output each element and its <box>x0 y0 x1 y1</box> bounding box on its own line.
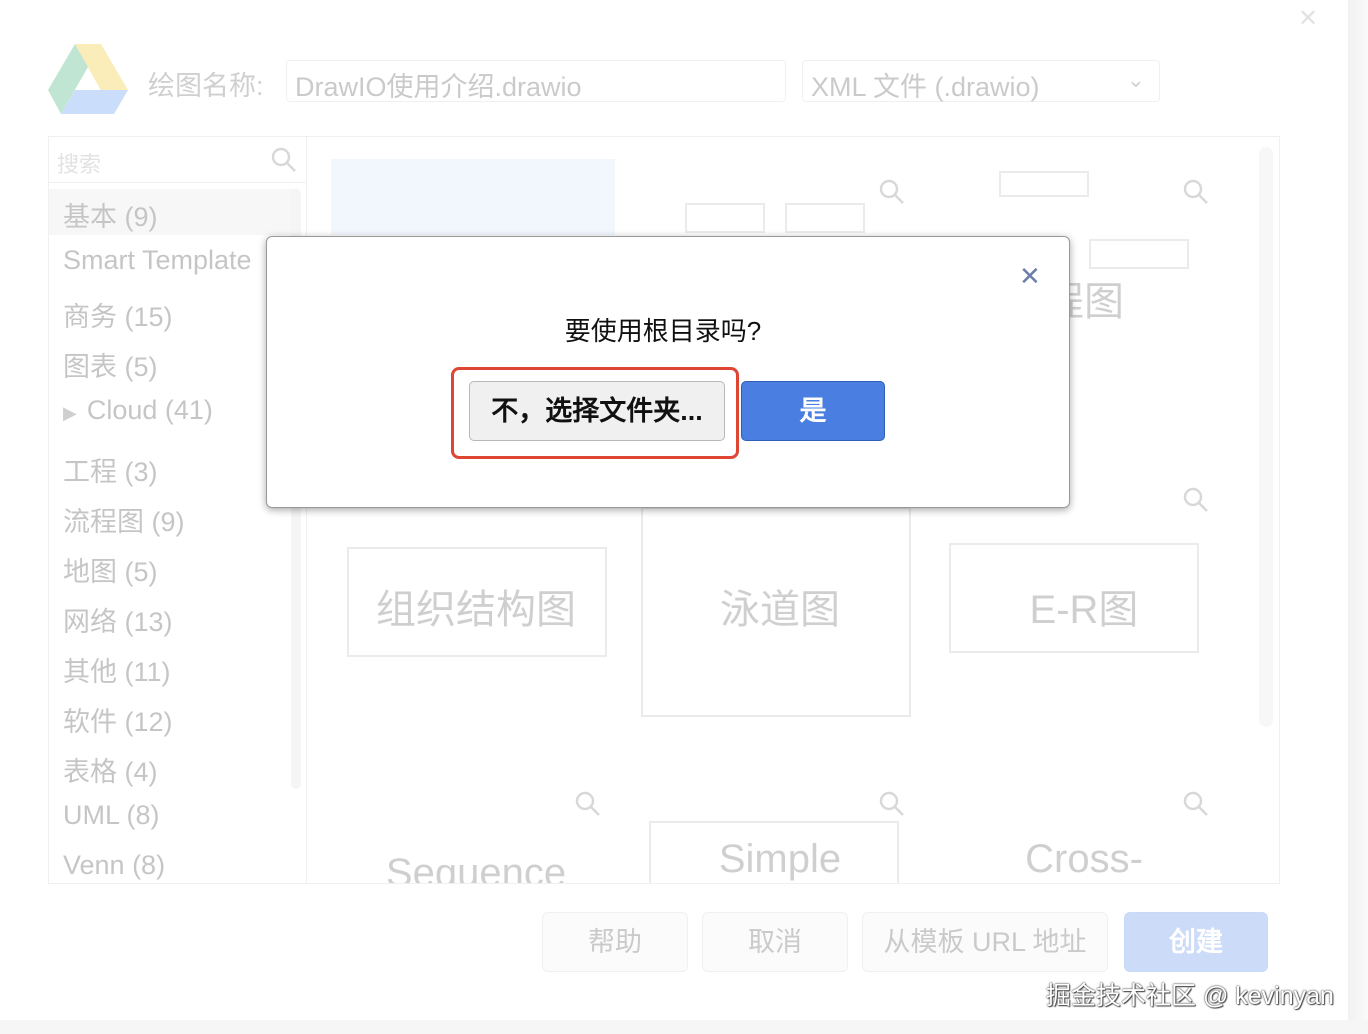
template-label: Simple <box>718 837 842 881</box>
category-venn[interactable]: Venn (8) <box>63 850 165 881</box>
category-business[interactable]: 商务 (15) <box>63 295 173 334</box>
category-uml[interactable]: UML (8) <box>63 800 160 831</box>
zoom-icon[interactable] <box>1183 791 1209 817</box>
dialog-close-icon[interactable]: ✕ <box>1019 261 1041 292</box>
new-diagram-dialog-background: ✕ 绘图名称: DrawIO使用介绍.drawio XML 文件 (.drawi… <box>0 0 1350 1020</box>
file-format-value: XML 文件 (.drawio) <box>811 72 1040 102</box>
template-sketch <box>1089 239 1189 269</box>
category-cloud[interactable]: ▶ Cloud (41) <box>63 395 213 426</box>
search-icon[interactable] <box>271 147 297 173</box>
zoom-icon[interactable] <box>1183 487 1209 513</box>
category-flowchart[interactable]: 流程图 (9) <box>63 500 185 539</box>
diagram-name-label: 绘图名称: <box>148 71 264 101</box>
use-root-folder-dialog: ✕ 要使用根目录吗? 不，选择文件夹... 是 <box>266 236 1070 508</box>
template-label: 泳道图 <box>720 588 840 632</box>
template-sketch <box>685 203 765 233</box>
category-basic[interactable]: 基本 (9) <box>63 195 158 234</box>
template-sketch <box>785 203 865 233</box>
file-format-select[interactable]: XML 文件 (.drawio) ⌄ <box>802 60 1160 102</box>
google-drive-logo-icon <box>48 44 128 114</box>
chevron-down-icon: ⌄ <box>1126 67 1145 92</box>
template-grid-scrollbar[interactable] <box>1259 147 1273 727</box>
template-cross-functional[interactable]: Cross- <box>939 771 1229 883</box>
yes-button[interactable]: 是 <box>741 381 885 441</box>
category-other[interactable]: 其他 (11) <box>63 650 171 689</box>
category-cloud-label: Cloud (41) <box>86 395 213 425</box>
template-label: 组织结构图 <box>376 588 576 632</box>
diagram-name-input[interactable]: DrawIO使用介绍.drawio <box>286 60 786 102</box>
dialog-message: 要使用根目录吗? <box>564 316 762 346</box>
template-label: Cross- <box>1025 837 1143 881</box>
from-template-url-button[interactable]: 从模板 URL 地址 <box>862 912 1108 972</box>
choose-folder-button[interactable]: 不，选择文件夹... <box>469 381 725 441</box>
category-charts[interactable]: 图表 (5) <box>63 345 158 384</box>
category-network[interactable]: 网络 (13) <box>63 600 173 639</box>
template-label: Sequence <box>385 851 567 883</box>
category-engineering[interactable]: 工程 (3) <box>63 450 158 489</box>
template-label: E-R图 <box>1029 588 1139 632</box>
category-smart-template[interactable]: Smart Template <box>63 245 252 276</box>
help-button[interactable]: 帮助 <box>542 912 688 972</box>
zoom-icon[interactable] <box>879 791 905 817</box>
expand-triangle-icon: ▶ <box>63 403 77 423</box>
zoom-icon[interactable] <box>1183 179 1209 205</box>
window-close-icon[interactable]: ✕ <box>1298 4 1318 33</box>
template-search-box[interactable]: 搜索 <box>49 137 306 183</box>
template-simple[interactable]: Simple <box>635 771 925 883</box>
category-tables[interactable]: 表格 (4) <box>63 750 158 789</box>
category-software[interactable]: 软件 (12) <box>63 700 173 739</box>
search-placeholder: 搜索 <box>57 152 102 177</box>
category-maps[interactable]: 地图 (5) <box>63 550 158 589</box>
watermark-text: 掘金技术社区 @ kevinyan <box>1046 982 1334 1010</box>
cancel-button[interactable]: 取消 <box>702 912 848 972</box>
template-sketch <box>999 171 1089 197</box>
create-button[interactable]: 创建 <box>1124 912 1268 972</box>
page-bottom <box>0 1020 1368 1034</box>
zoom-icon[interactable] <box>879 179 905 205</box>
zoom-icon[interactable] <box>575 791 601 817</box>
template-sequence[interactable]: Sequence <box>331 771 621 883</box>
page-edge <box>1348 0 1368 1034</box>
